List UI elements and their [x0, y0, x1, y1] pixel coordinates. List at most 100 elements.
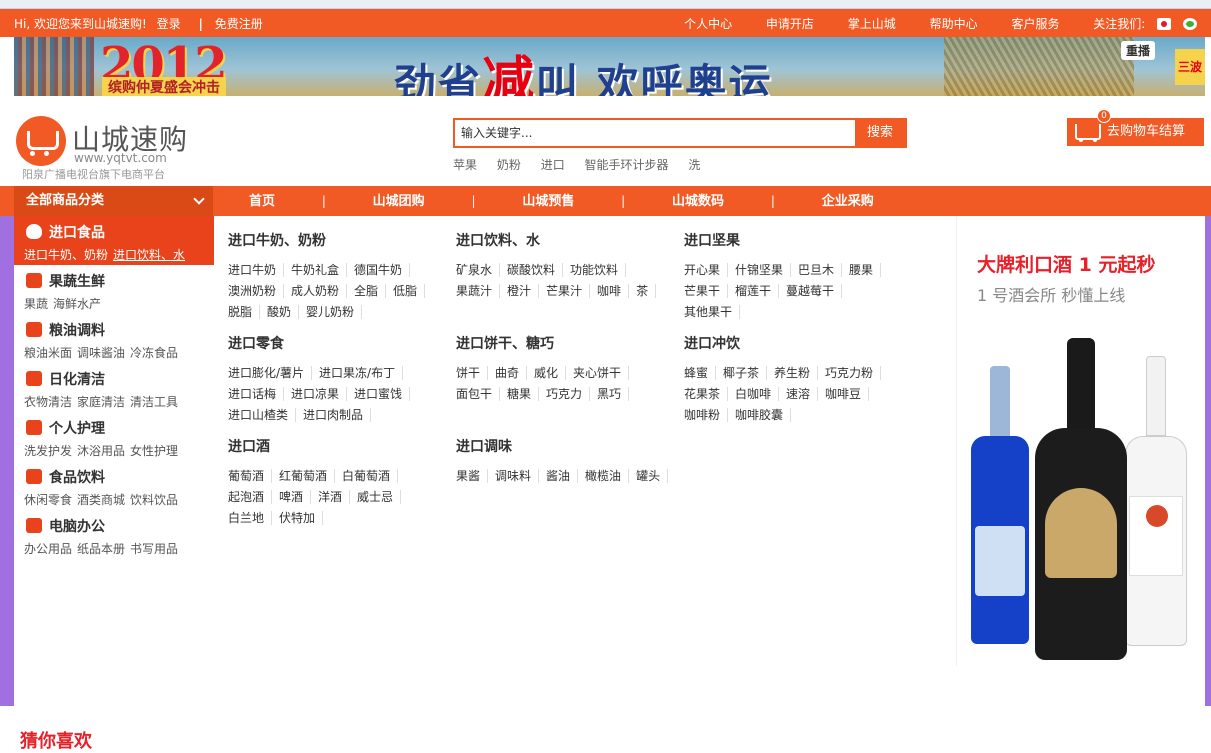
subcategory-item[interactable]: 蜂蜜 [684, 366, 717, 380]
nav-item-group-buy[interactable]: 山城团购 [373, 187, 425, 217]
subcategory-item[interactable]: 伏特加 [279, 511, 324, 525]
subcategory-item[interactable]: 速溶 [786, 387, 819, 401]
login-link[interactable]: 登录 [157, 17, 181, 31]
subcategory-link[interactable]: 衣物清洁 [24, 395, 72, 409]
nav-item-enterprise[interactable]: 企业采购 [822, 187, 874, 217]
subcategory-item[interactable]: 进口话梅 [228, 387, 285, 401]
subcategory-item[interactable]: 花果茶 [684, 387, 729, 401]
subcategory-item[interactable]: 进口山楂类 [228, 408, 297, 422]
all-categories-toggle[interactable]: 全部商品分类 [14, 186, 213, 216]
subcategory-item[interactable]: 洋酒 [318, 490, 351, 504]
subcategory-item[interactable]: 德国牛奶 [354, 263, 411, 277]
category-computer-office[interactable]: 电脑办公 办公用品 纸品本册 书写用品 [14, 510, 214, 559]
subcategory-link[interactable]: 洗发护发 [24, 444, 72, 458]
subcategory-item[interactable]: 巴旦木 [798, 263, 843, 277]
subcategory-item[interactable]: 进口蜜饯 [354, 387, 411, 401]
hotword-item[interactable]: 苹果 [453, 158, 477, 172]
subcategory-item[interactable]: 酱油 [546, 469, 579, 483]
subcategory-link[interactable]: 休闲零食 [24, 493, 72, 507]
subcategory-link[interactable]: 进口饮料、水 [113, 248, 185, 262]
link-customer-service[interactable]: 客户服务 [1011, 15, 1059, 32]
subcategory-item[interactable]: 果蔬汁 [456, 284, 501, 298]
subcategory-item[interactable]: 罐头 [636, 469, 669, 483]
banner-replay-button[interactable]: 重播 [1120, 41, 1155, 60]
nav-item-home[interactable]: 首页 [249, 187, 275, 217]
subcategory-link[interactable]: 果蔬 [24, 297, 48, 311]
wechat-icon[interactable] [1183, 18, 1197, 30]
subcategory-item[interactable]: 白兰地 [228, 511, 273, 525]
group-title[interactable]: 进口冲饮 [684, 333, 912, 355]
subcategory-item[interactable]: 巧克力 [546, 387, 591, 401]
subcategory-item[interactable]: 全脂 [354, 284, 387, 298]
subcategory-link[interactable]: 冷冻食品 [130, 346, 178, 360]
search-button[interactable]: 搜索 [855, 120, 905, 146]
subcategory-link[interactable]: 办公用品 [24, 542, 72, 556]
subcategory-item[interactable]: 碳酸饮料 [507, 263, 564, 277]
subcategory-item[interactable]: 白葡萄酒 [342, 469, 399, 483]
subcategory-link[interactable]: 饮料饮品 [130, 493, 178, 507]
search-input[interactable] [455, 120, 853, 146]
hotword-item[interactable]: 智能手环计步器 [585, 158, 669, 172]
subcategory-item[interactable]: 榴莲干 [735, 284, 780, 298]
subcategory-link[interactable]: 沐浴用品 [77, 444, 125, 458]
subcategory-link[interactable]: 清洁工具 [130, 395, 178, 409]
subcategory-item[interactable]: 进口肉制品 [303, 408, 372, 422]
group-title[interactable]: 进口酒 [228, 436, 456, 458]
link-mobile[interactable]: 掌上山城 [848, 15, 896, 32]
nav-item-presale[interactable]: 山城预售 [522, 187, 574, 217]
link-apply-store[interactable]: 申请开店 [766, 15, 814, 32]
subcategory-item[interactable]: 澳洲奶粉 [228, 284, 285, 298]
subcategory-item[interactable]: 茶 [636, 284, 657, 298]
nav-item-digital[interactable]: 山城数码 [672, 187, 724, 217]
subcategory-item[interactable]: 进口牛奶 [228, 263, 285, 277]
category-food-drinks[interactable]: 食品饮料 休闲零食 酒类商城 饮料饮品 [14, 461, 214, 510]
category-grain-oil[interactable]: 粮油调料 粮油米面 调味酱油 冷冻食品 [14, 314, 214, 363]
subcategory-item[interactable]: 啤酒 [279, 490, 312, 504]
subcategory-link[interactable]: 粮油米面 [24, 346, 72, 360]
subcategory-item[interactable]: 椰子茶 [723, 366, 768, 380]
subcategory-item[interactable]: 糖果 [507, 387, 540, 401]
subcategory-item[interactable]: 咖啡粉 [684, 408, 729, 422]
subcategory-item[interactable]: 饼干 [456, 366, 489, 380]
subcategory-item[interactable]: 酸奶 [267, 305, 300, 319]
subcategory-item[interactable]: 红葡萄酒 [279, 469, 336, 483]
subcategory-link[interactable]: 书写用品 [130, 542, 178, 556]
group-title[interactable]: 进口调味 [456, 436, 684, 458]
subcategory-item[interactable]: 牛奶礼盒 [291, 263, 348, 277]
group-title[interactable]: 进口饮料、水 [456, 230, 684, 252]
subcategory-item[interactable]: 巧克力粉 [825, 366, 882, 380]
group-title[interactable]: 进口坚果 [684, 230, 912, 252]
subcategory-item[interactable]: 什锦坚果 [735, 263, 792, 277]
subcategory-item[interactable]: 黑巧 [597, 387, 630, 401]
category-personal-care[interactable]: 个人护理 洗发护发 沐浴用品 女性护理 [14, 412, 214, 461]
category-cleaning[interactable]: 日化清洁 衣物清洁 家庭清洁 清洁工具 [14, 363, 214, 412]
subcategory-link[interactable]: 酒类商城 [77, 493, 125, 507]
subcategory-item[interactable]: 威士忌 [357, 490, 402, 504]
promo-banner[interactable]: 2012 缤购仲夏盛会冲击 劲省减叫 欢呼奥运 重播 三波 [14, 37, 1205, 96]
subcategory-item[interactable]: 芒果干 [684, 284, 729, 298]
cart-checkout-button[interactable]: 0 去购物车结算 [1067, 109, 1204, 146]
subcategory-item[interactable]: 婴儿奶粉 [306, 305, 363, 319]
subcategory-item[interactable]: 咖啡胶囊 [735, 408, 792, 422]
subcategory-item[interactable]: 橙汁 [507, 284, 540, 298]
subcategory-item[interactable]: 葡萄酒 [228, 469, 273, 483]
subcategory-link[interactable]: 纸品本册 [77, 542, 125, 556]
hotword-item[interactable]: 奶粉 [497, 158, 521, 172]
group-title[interactable]: 进口零食 [228, 333, 456, 355]
subcategory-item[interactable]: 进口膨化/薯片 [228, 366, 313, 380]
subcategory-item[interactable]: 进口凉果 [291, 387, 348, 401]
group-title[interactable]: 进口牛奶、奶粉 [228, 230, 456, 252]
category-imported-food[interactable]: 进口食品 进口牛奶、奶粉 进口饮料、水 [14, 216, 214, 265]
subcategory-item[interactable]: 夹心饼干 [573, 366, 630, 380]
subcategory-link[interactable]: 调味酱油 [77, 346, 125, 360]
subcategory-item[interactable]: 脱脂 [228, 305, 261, 319]
subcategory-item[interactable]: 威化 [534, 366, 567, 380]
subcategory-item[interactable]: 调味料 [495, 469, 540, 483]
subcategory-item[interactable]: 面包干 [456, 387, 501, 401]
subcategory-item[interactable]: 开心果 [684, 263, 729, 277]
link-personal-center[interactable]: 个人中心 [684, 15, 732, 32]
subcategory-item[interactable]: 咖啡 [597, 284, 630, 298]
subcategory-item[interactable]: 起泡酒 [228, 490, 273, 504]
subcategory-item[interactable]: 芒果汁 [546, 284, 591, 298]
subcategory-item[interactable]: 成人奶粉 [291, 284, 348, 298]
